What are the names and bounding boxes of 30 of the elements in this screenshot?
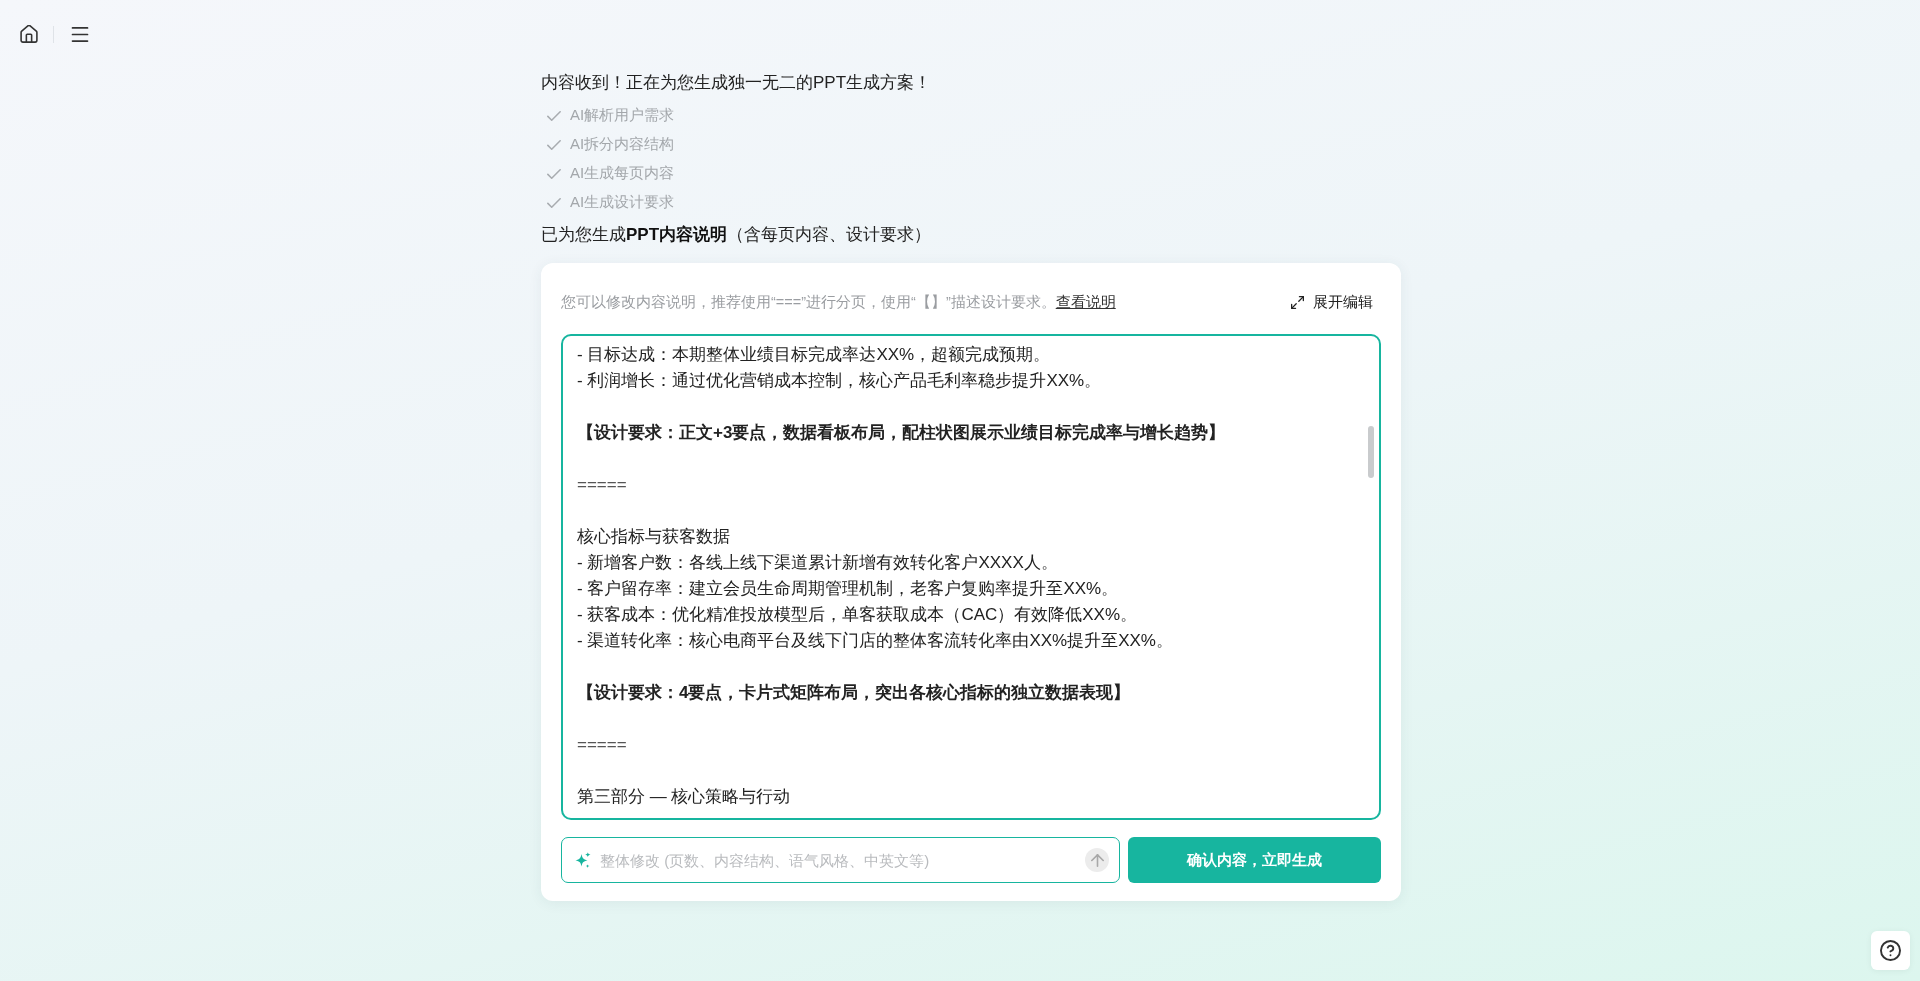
help-button[interactable] <box>1871 931 1910 970</box>
content-line: - 目标达成：本期整体业绩目标完成率达XX%，超额完成预期。 <box>577 344 1051 366</box>
scrollbar-thumb[interactable] <box>1368 426 1374 478</box>
design-requirement-text: 【设计要求：正文+3要点，数据看板布局，配柱状图展示业绩目标完成率与增长趋势】 <box>577 422 1226 444</box>
content-line: - 客户留存率：建立会员生命周期管理机制，老客户复购率提升至XX%。 <box>577 578 1119 600</box>
content-line: - 获客成本：优化精准投放模型后，单客获取成本（CAC）有效降低XX%。 <box>577 604 1138 626</box>
content-line: 核心指标与获客数据 <box>577 526 730 548</box>
sparkle-icon <box>575 852 591 869</box>
step-label: AI解析用户需求 <box>570 106 675 125</box>
expand-icon <box>1291 295 1304 309</box>
help-icon <box>1880 940 1901 961</box>
content-line: - 渠道转化率：核心电商平台及线下门店的整体客流转化率由XX%提升至XX%。 <box>577 630 1173 652</box>
content-line: 第三部分 — 核心策略与行动 <box>577 786 791 808</box>
result-title: 已为您生成PPT内容说明（含每页内容、设计要求） <box>541 224 933 246</box>
revise-input[interactable]: 整体修改 (页数、内容结构、语气风格、中英文等) <box>561 837 1120 883</box>
status-title: 内容收到！正在为您生成独一无二的PPT生成方案！ <box>541 72 933 94</box>
content-editor[interactable] <box>561 334 1381 820</box>
content-line: - 新增客户数：各线上线下渠道累计新增有效转化客户XXXX人。 <box>577 552 1058 574</box>
step-label: AI拆分内容结构 <box>570 135 675 154</box>
page-separator-text: ===== <box>577 474 627 496</box>
hint-text: 您可以修改内容说明，推荐使用“===”进行分页，使用“【】”描述设计要求。查看说明 <box>561 292 1116 312</box>
menu-icon[interactable] <box>71 26 89 42</box>
expand-edit-button[interactable]: 展开编辑 <box>1291 292 1373 312</box>
design-requirement-text: 【设计要求：4要点，卡片式矩阵布局，突出各核心指标的独立数据表现】 <box>577 682 1131 704</box>
home-icon[interactable] <box>20 25 38 43</box>
content-line: - 利润增长：通过优化营销成本控制，核心产品毛利率稳步提升XX%。 <box>577 370 1102 392</box>
page-separator-text: ===== <box>577 734 627 756</box>
step-label: AI生成设计要求 <box>570 193 675 212</box>
step-label: AI生成每页内容 <box>570 164 675 183</box>
view-instructions-link[interactable]: 查看说明 <box>1055 293 1116 310</box>
